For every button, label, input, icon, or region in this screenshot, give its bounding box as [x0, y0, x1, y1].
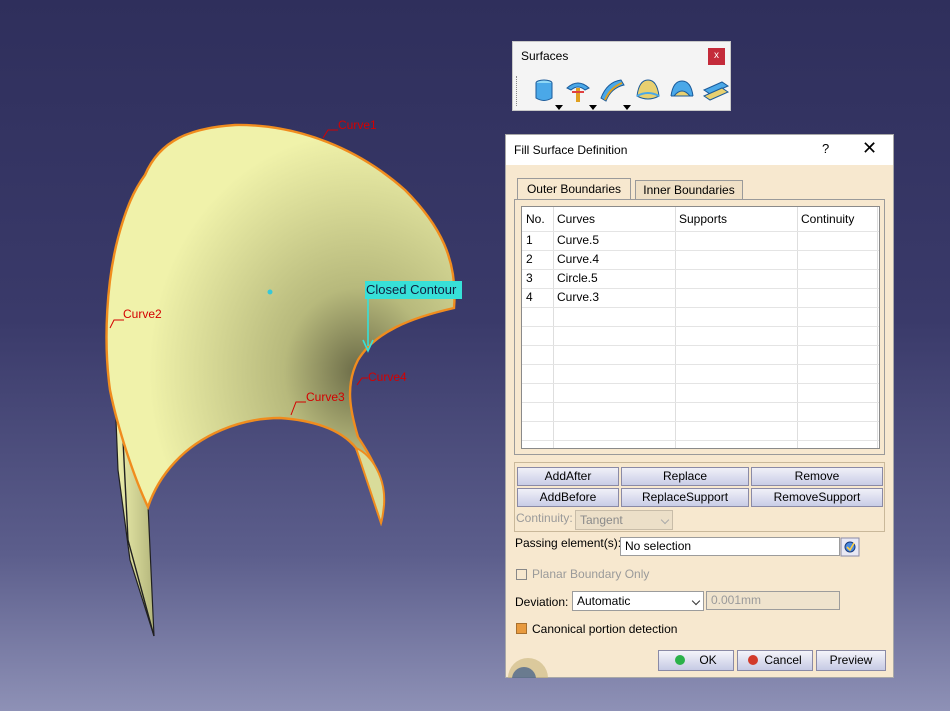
row-curve: Curve.4: [557, 252, 600, 266]
row-no: 2: [526, 252, 533, 266]
deviation-value-field[interactable]: 0.001mm: [706, 591, 840, 610]
cancel-button[interactable]: Cancel: [737, 650, 813, 671]
deviation-mode-value: Automatic: [577, 594, 631, 608]
surfaces-toolbar: Surfaces x: [512, 41, 731, 111]
column-header-curves[interactable]: Curves: [553, 207, 675, 231]
row-no: 4: [526, 290, 533, 304]
replace-button[interactable]: Replace: [621, 467, 749, 486]
help-icon[interactable]: ?: [822, 141, 829, 156]
column-header-supports[interactable]: Supports: [675, 207, 797, 231]
row-curve: Curve.5: [557, 233, 600, 247]
planar-boundary-checkbox[interactable]: [516, 569, 527, 580]
boundary-buttons-group: AddAfter Replace Remove AddBefore Replac…: [514, 462, 885, 532]
canonical-detection-checkbox[interactable]: [516, 623, 527, 634]
boundaries-table[interactable]: No. Curves Supports Continuity 1 Curve.5: [521, 206, 880, 449]
continuity-value: Tangent: [580, 513, 623, 527]
selection-tool-icon[interactable]: [840, 537, 860, 557]
tab-outer-boundaries[interactable]: Outer Boundaries: [517, 178, 631, 200]
passing-elements-field[interactable]: No selection: [620, 537, 840, 556]
ok-label: OK: [699, 653, 717, 667]
toolbar-title: Surfaces: [521, 49, 569, 63]
row-curve: Curve.3: [557, 290, 600, 304]
toolbar-grip[interactable]: [516, 76, 519, 106]
remove-button[interactable]: Remove: [751, 467, 883, 486]
row-curve: Circle.5: [557, 271, 598, 285]
row-no: 1: [526, 233, 533, 247]
dialog-titlebar[interactable]: Fill Surface Definition ? ✕: [506, 135, 893, 165]
fill-surface-dialog: Fill Surface Definition ? ✕ Outer Bounda…: [505, 134, 894, 678]
planar-boundary-label: Planar Boundary Only: [532, 567, 650, 581]
continuity-label: Continuity:: [516, 511, 573, 525]
close-icon[interactable]: x: [708, 48, 725, 65]
continuity-select[interactable]: Tangent: [575, 510, 673, 530]
add-before-button[interactable]: AddBefore: [517, 488, 619, 507]
column-header-continuity[interactable]: Continuity: [797, 207, 877, 231]
curve4-label: Curve4: [368, 370, 407, 384]
cancel-icon: [748, 655, 759, 665]
dialog-corner-graphic: [506, 643, 556, 678]
remove-support-button[interactable]: RemoveSupport: [751, 488, 883, 507]
replace-support-button[interactable]: ReplaceSupport: [621, 488, 749, 507]
canonical-detection-label: Canonical portion detection: [532, 622, 678, 636]
passing-elements-label: Passing element(s):: [515, 536, 622, 550]
close-icon[interactable]: ✕: [862, 138, 877, 159]
chevron-down-icon: [660, 515, 670, 525]
revolve-icon[interactable]: [563, 76, 597, 110]
chevron-down-icon: [691, 596, 701, 606]
extrude-icon[interactable]: [529, 76, 563, 110]
sweep-icon[interactable]: [597, 76, 631, 110]
curve2-label: Curve2: [123, 307, 162, 321]
dialog-title: Fill Surface Definition: [514, 143, 628, 157]
deviation-label: Deviation:: [515, 595, 569, 609]
column-header-no[interactable]: No.: [522, 207, 553, 231]
cancel-label: Cancel: [764, 653, 802, 667]
closed-contour-tag: Closed Contour: [365, 281, 462, 299]
ok-button[interactable]: OK: [658, 650, 734, 671]
ok-icon: [675, 655, 686, 665]
tab-inner-boundaries[interactable]: Inner Boundaries: [635, 180, 743, 200]
curve1-label: Curve1: [338, 118, 377, 132]
preview-button[interactable]: Preview: [816, 650, 886, 671]
multi-section-icon[interactable]: [667, 76, 697, 106]
add-after-button[interactable]: AddAfter: [517, 467, 619, 486]
deviation-mode-select[interactable]: Automatic: [572, 591, 704, 611]
surface-center-marker: [267, 289, 273, 295]
curve3-label: Curve3: [306, 390, 345, 404]
row-no: 3: [526, 271, 533, 285]
outer-boundaries-panel: No. Curves Supports Continuity 1 Curve.5: [514, 199, 885, 455]
blend-icon[interactable]: [701, 76, 731, 106]
fill-icon[interactable]: [633, 76, 663, 106]
fill-surface[interactable]: [105, 123, 456, 527]
